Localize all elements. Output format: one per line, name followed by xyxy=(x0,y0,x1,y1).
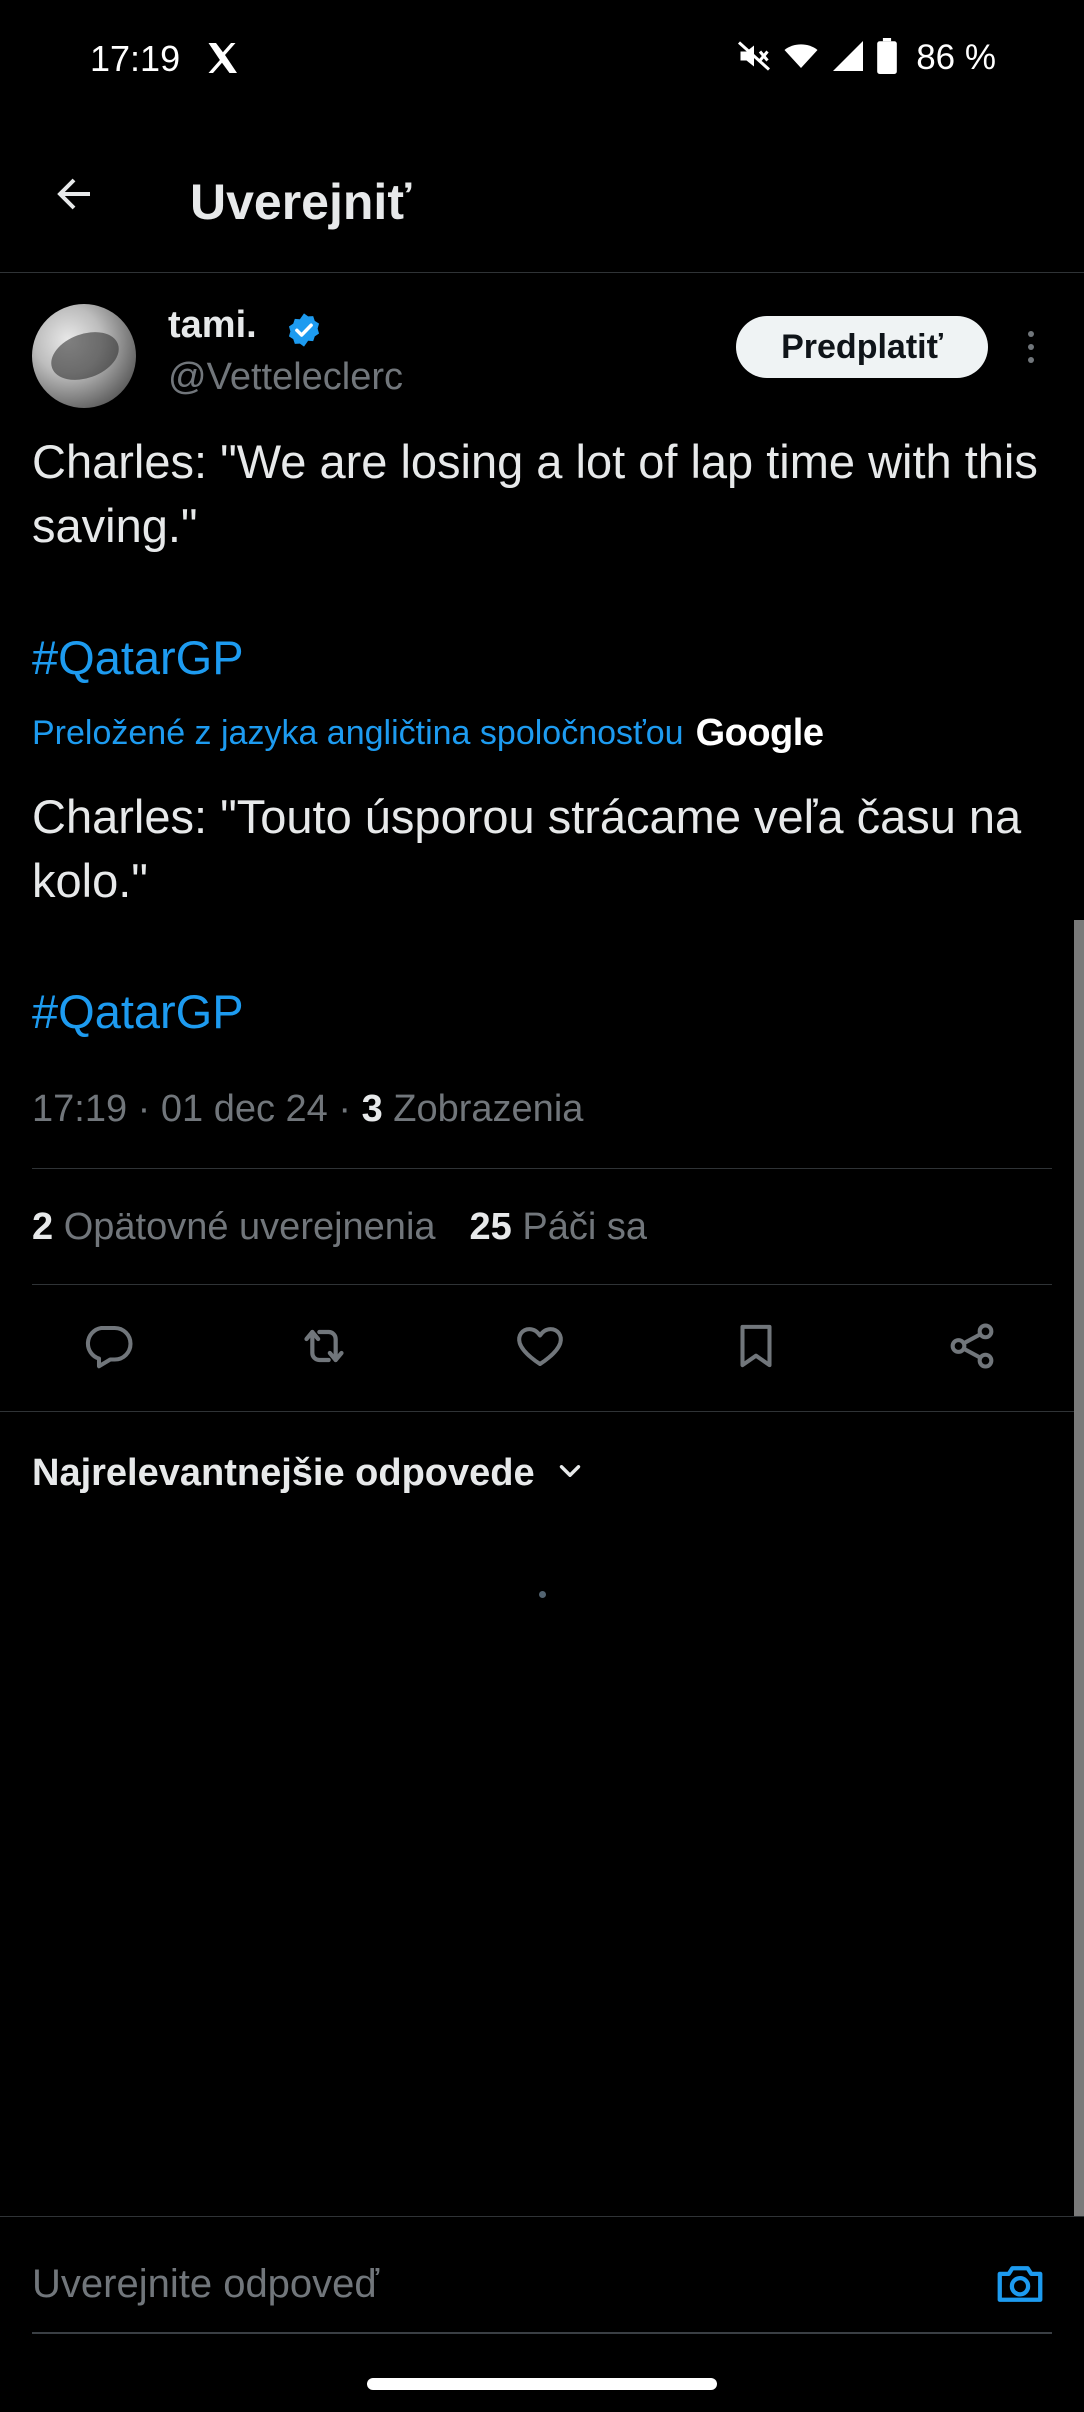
page-title: Uverejniť xyxy=(190,174,412,230)
author-name[interactable]: tami. xyxy=(168,304,257,347)
bookmark-icon xyxy=(729,1319,783,1378)
post-original-text: Charles: "We are losing a lot of lap tim… xyxy=(32,435,1051,552)
post-stats: 2 Opätovné uverejnenia 25 Páči sa xyxy=(32,1206,647,1249)
views-label: Zobrazenia xyxy=(393,1088,584,1130)
replies-sort-label: Najrelevantnejšie odpovede xyxy=(32,1452,535,1494)
meta-separator: · xyxy=(338,1088,352,1130)
more-dot-icon xyxy=(1028,344,1034,350)
mute-icon xyxy=(736,38,772,79)
reply-button[interactable] xyxy=(76,1316,140,1380)
post-time: 17:19 xyxy=(32,1088,128,1130)
avatar[interactable] xyxy=(32,304,136,408)
more-options-button[interactable] xyxy=(1016,322,1046,372)
chevron-down-icon xyxy=(553,1454,587,1493)
composer-underline xyxy=(32,2332,1052,2334)
reposts-label: Opätovné uverejnenia xyxy=(63,1206,436,1248)
wifi-icon xyxy=(782,38,820,79)
likes-stat[interactable]: 25 Páči sa xyxy=(470,1206,647,1249)
back-arrow-icon xyxy=(50,170,98,223)
camera-icon xyxy=(993,2257,1047,2316)
reply-icon xyxy=(81,1319,135,1378)
views-count: 3 xyxy=(361,1088,383,1130)
status-time: 17:19 xyxy=(90,38,181,79)
more-dot-icon xyxy=(1028,331,1034,337)
stats-divider xyxy=(32,1284,1052,1285)
google-logo: Google xyxy=(695,712,824,754)
status-icons: 86 % xyxy=(736,37,996,79)
post-translated-text: Charles: "Touto úsporou strácame veľa ča… xyxy=(32,790,1035,907)
repost-icon xyxy=(296,1318,352,1379)
reposts-count: 2 xyxy=(32,1206,54,1248)
loading-indicator xyxy=(539,1591,546,1598)
share-icon xyxy=(945,1319,999,1378)
reposts-stat[interactable]: 2 Opätovné uverejnenia xyxy=(32,1206,436,1249)
x-logo-icon xyxy=(204,40,240,76)
subscribe-button[interactable]: Predplatiť xyxy=(736,316,988,378)
scrollbar[interactable] xyxy=(1074,920,1084,2216)
camera-button[interactable] xyxy=(990,2256,1050,2316)
author-handle[interactable]: @Vetteleclerc xyxy=(168,356,403,399)
composer-divider xyxy=(0,2216,1084,2217)
reply-input[interactable] xyxy=(32,2254,972,2314)
share-button[interactable] xyxy=(940,1316,1004,1380)
battery-percentage: 86 % xyxy=(916,38,996,77)
verified-badge-icon xyxy=(285,311,323,349)
battery-icon xyxy=(876,37,898,79)
bookmark-button[interactable] xyxy=(724,1316,788,1380)
likes-count: 25 xyxy=(469,1206,512,1248)
actions-divider xyxy=(0,1411,1084,1412)
likes-label: Páči sa xyxy=(522,1206,647,1248)
header-divider xyxy=(0,272,1084,273)
repost-button[interactable] xyxy=(292,1316,356,1380)
gesture-navigation-bar[interactable] xyxy=(367,2378,717,2390)
meta-divider xyxy=(32,1168,1052,1169)
post-date: 01 dec 24 xyxy=(160,1088,328,1130)
back-button[interactable] xyxy=(44,166,104,226)
post-meta: 17:19 · 01 dec 24 · 3 Zobrazenia xyxy=(32,1088,583,1131)
more-dot-icon xyxy=(1028,357,1034,363)
heart-icon xyxy=(513,1319,567,1378)
translation-label: Preložené z jazyka angličtina spoločnosť… xyxy=(32,714,684,752)
translated-hashtag-link[interactable]: #QatarGP xyxy=(32,980,244,1044)
like-button[interactable] xyxy=(508,1316,572,1380)
signal-icon xyxy=(830,38,866,79)
hashtag-link[interactable]: #QatarGP xyxy=(32,626,244,690)
translation-attribution: Preložené z jazyka angličtina spoločnosť… xyxy=(32,712,824,755)
replies-sort-dropdown[interactable]: Najrelevantnejšie odpovede xyxy=(32,1452,587,1495)
meta-separator: · xyxy=(137,1088,151,1130)
